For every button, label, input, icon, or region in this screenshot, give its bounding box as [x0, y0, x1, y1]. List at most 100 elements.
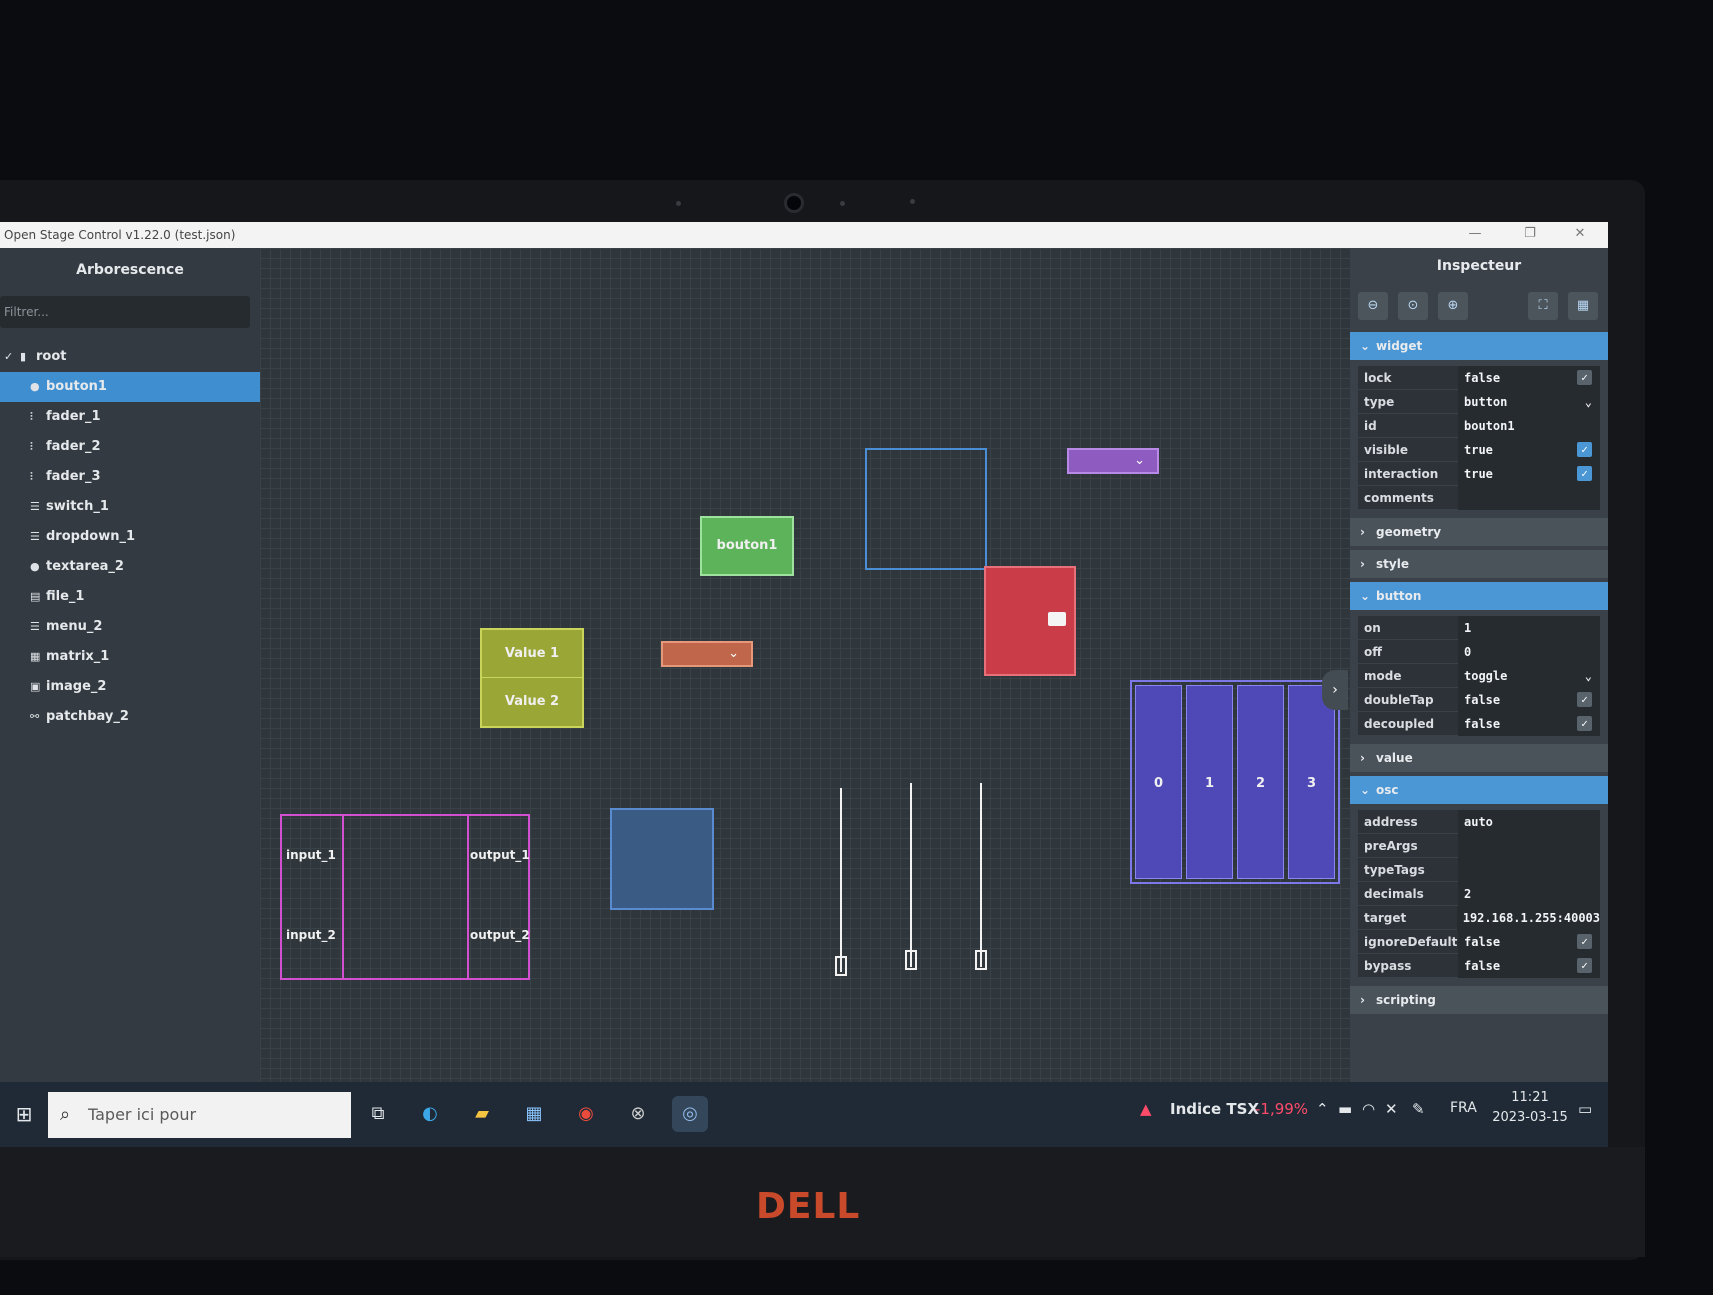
checkbox-icon[interactable]: ✓ — [1577, 957, 1592, 973]
chevron-down-icon[interactable]: ⌄ — [1585, 664, 1592, 688]
tree-item-textarea_2[interactable]: ● textarea_2 — [0, 552, 260, 582]
tree-item-file_1[interactable]: ▤ file_1 — [0, 582, 260, 612]
section-value[interactable]: › value — [1350, 744, 1608, 772]
fader-1-handle[interactable] — [835, 956, 847, 976]
tree-item-matrix_1[interactable]: ▦ matrix_1 — [0, 642, 260, 672]
clock-date[interactable]: 2023-03-15 — [1488, 1110, 1572, 1125]
button-widget[interactable]: bouton1 — [700, 516, 794, 576]
prop-value-id[interactable]: bouton1 — [1458, 413, 1600, 438]
checkbox-icon[interactable]: ✓ — [1577, 715, 1592, 731]
fader-2-track[interactable] — [910, 783, 912, 967]
patchbay-input-2[interactable]: input_2 — [286, 928, 336, 942]
dropdown-widget[interactable]: ⌄ — [661, 641, 753, 667]
checkbox-icon[interactable]: ✓ — [1577, 369, 1592, 385]
stock-chart-icon[interactable]: ▲ — [1140, 1100, 1152, 1118]
prop-value-ignoreDefaults[interactable]: false ✓ — [1458, 929, 1600, 954]
patchbay-input-1[interactable]: input_1 — [286, 848, 336, 862]
section-style[interactable]: › style — [1350, 550, 1608, 578]
prop-value-on[interactable]: 1 — [1458, 615, 1600, 640]
fader-2-handle[interactable] — [905, 950, 917, 970]
prop-value-preArgs[interactable] — [1458, 833, 1600, 858]
minimize-button[interactable]: — — [1460, 226, 1490, 244]
file-explorer-icon[interactable]: ▰ — [464, 1096, 500, 1132]
checkbox-icon[interactable]: ✓ — [1577, 933, 1592, 949]
volume-muted-icon[interactable]: ✕ — [1385, 1100, 1398, 1118]
close-button[interactable]: ✕ — [1565, 226, 1595, 244]
language-indicator[interactable]: FRA — [1450, 1100, 1477, 1116]
prop-value-interaction[interactable]: true ✓ — [1458, 461, 1600, 486]
tree-item-image_2[interactable]: ▣ image_2 — [0, 672, 260, 702]
menu-widget[interactable]: ⌄ — [1067, 448, 1159, 474]
fader-3-handle[interactable] — [975, 950, 987, 970]
notifications-icon[interactable]: ▭ — [1578, 1100, 1592, 1118]
switch-option-2[interactable]: Value 2 — [482, 678, 582, 726]
prop-value-mode[interactable]: toggle ⌄ — [1458, 663, 1600, 688]
panel-widget[interactable] — [865, 448, 987, 570]
section-geometry[interactable]: › geometry — [1350, 518, 1608, 546]
switch-widget[interactable]: Value 1 Value 2 — [480, 628, 584, 728]
chevron-up-icon[interactable]: ⌃ — [1316, 1100, 1329, 1118]
matrix-cell-0[interactable]: 0 — [1135, 685, 1182, 879]
switch-option-1[interactable]: Value 1 — [482, 630, 582, 678]
stock-name[interactable]: Indice TSX — [1170, 1100, 1259, 1118]
tree-filter-input[interactable]: Filtrer... — [0, 296, 250, 328]
maximize-button[interactable]: ❐ — [1515, 226, 1545, 244]
tree-item-fader_2[interactable]: ⫶ fader_2 — [0, 432, 260, 462]
tree-item-patchbay_2[interactable]: ⚯ patchbay_2 — [0, 702, 260, 732]
checkbox-icon[interactable]: ✓ — [1577, 465, 1592, 481]
patchbay-output-2[interactable]: output_2 — [470, 928, 530, 942]
prop-value-lock[interactable]: false ✓ — [1458, 365, 1600, 390]
tree-item-fader_3[interactable]: ⫶ fader_3 — [0, 462, 260, 492]
tree-item-dropdown_1[interactable]: ☰ dropdown_1 — [0, 522, 260, 552]
fader-3-track[interactable] — [980, 783, 982, 967]
tree-item-menu_2[interactable]: ☰ menu_2 — [0, 612, 260, 642]
chrome-icon[interactable]: ◉ — [568, 1096, 604, 1132]
open-stage-control-icon[interactable]: ◎ — [672, 1096, 708, 1132]
matrix-cell-2[interactable]: 2 — [1237, 685, 1284, 879]
prop-value-decimals[interactable]: 2 — [1458, 881, 1600, 906]
section-widget[interactable]: ⌄ widget — [1350, 332, 1608, 360]
chevron-down-icon[interactable]: ✓ — [4, 342, 20, 372]
prop-value-visible[interactable]: true ✓ — [1458, 437, 1600, 462]
battery-icon[interactable]: ▬ — [1338, 1100, 1352, 1118]
prop-value-bypass[interactable]: false ✓ — [1458, 953, 1600, 978]
prop-value-target[interactable]: 192.168.1.255:40003 — [1456, 905, 1600, 930]
chevron-down-icon[interactable]: ⌄ — [1585, 390, 1592, 414]
image-widget[interactable] — [610, 808, 714, 910]
windows-start-icon[interactable]: ⊞ — [6, 1096, 42, 1132]
inspector-toggle-handle[interactable]: › — [1322, 670, 1348, 710]
patchbay-widget[interactable]: input_1 input_2 output_1 output_2 — [280, 814, 530, 980]
tree-root[interactable]: ✓ ▮ root — [0, 342, 260, 372]
edge-browser-icon[interactable]: ◐ — [412, 1096, 448, 1132]
store-icon[interactable]: ▦ — [516, 1096, 552, 1132]
tree-item-bouton1[interactable]: ● bouton1 — [0, 372, 260, 402]
file-widget[interactable] — [984, 566, 1076, 676]
section-button[interactable]: ⌄ button — [1350, 582, 1608, 610]
stock-change[interactable]: -1,99% — [1255, 1100, 1308, 1118]
prop-value-address[interactable]: auto — [1458, 809, 1600, 834]
tree-item-fader_1[interactable]: ⫶ fader_1 — [0, 402, 260, 432]
app-icon[interactable]: ⊗ — [620, 1096, 656, 1132]
prop-value-off[interactable]: 0 — [1458, 639, 1600, 664]
prop-value-comments[interactable] — [1458, 485, 1600, 510]
grid-icon[interactable]: ▦ — [1568, 292, 1598, 320]
matrix-cell-1[interactable]: 1 — [1186, 685, 1233, 879]
taskbar-search-input[interactable]: ⌕ Taper ici pour — [48, 1092, 351, 1138]
prop-value-doubleTap[interactable]: false ✓ — [1458, 687, 1600, 712]
patchbay-output-1[interactable]: output_1 — [470, 848, 530, 862]
prop-value-typeTags[interactable] — [1458, 857, 1600, 882]
zoom-out-icon[interactable]: ⊖ — [1358, 292, 1388, 320]
checkbox-icon[interactable]: ✓ — [1577, 691, 1592, 707]
matrix-cell-3[interactable]: 3 — [1288, 685, 1335, 879]
zoom-reset-icon[interactable]: ⊙ — [1398, 292, 1428, 320]
fader-1-track[interactable] — [840, 788, 842, 972]
prop-value-decoupled[interactable]: false ✓ — [1458, 711, 1600, 736]
clock-time[interactable]: 11:21 — [1495, 1090, 1565, 1105]
wifi-icon[interactable]: ◠ — [1362, 1100, 1375, 1118]
prop-value-type[interactable]: button ⌄ — [1458, 389, 1600, 414]
matrix-widget[interactable]: 0 1 2 3 — [1130, 680, 1340, 884]
section-osc[interactable]: ⌄ osc — [1350, 776, 1608, 804]
section-scripting[interactable]: › scripting — [1350, 986, 1608, 1014]
fit-icon[interactable]: ⛶ — [1528, 292, 1558, 320]
zoom-in-icon[interactable]: ⊕ — [1438, 292, 1468, 320]
